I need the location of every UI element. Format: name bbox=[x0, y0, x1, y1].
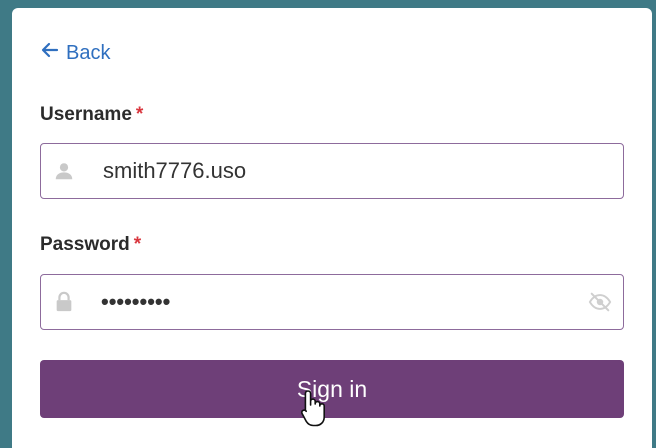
password-field[interactable]: ••••••••• bbox=[40, 274, 624, 330]
eye-slash-icon[interactable] bbox=[587, 289, 613, 315]
hand-pointer-icon bbox=[300, 388, 328, 428]
lock-icon bbox=[52, 290, 76, 314]
username-field[interactable] bbox=[40, 143, 624, 199]
username-label: Username * bbox=[40, 104, 143, 126]
user-icon bbox=[52, 159, 76, 183]
password-label: Password * bbox=[40, 234, 141, 256]
sign-in-button[interactable]: Sign in bbox=[40, 360, 624, 418]
back-link[interactable]: Back bbox=[40, 40, 110, 66]
required-mark: * bbox=[133, 234, 142, 255]
username-input[interactable] bbox=[101, 157, 623, 185]
password-input[interactable]: ••••••••• bbox=[101, 289, 587, 315]
arrow-left-icon bbox=[40, 40, 60, 66]
password-label-text: Password bbox=[40, 234, 130, 255]
username-label-text: Username bbox=[40, 104, 132, 125]
back-label: Back bbox=[66, 41, 111, 64]
login-card: Back Username* Password* ••••••••• bbox=[12, 8, 652, 448]
required-mark: * bbox=[135, 104, 144, 125]
